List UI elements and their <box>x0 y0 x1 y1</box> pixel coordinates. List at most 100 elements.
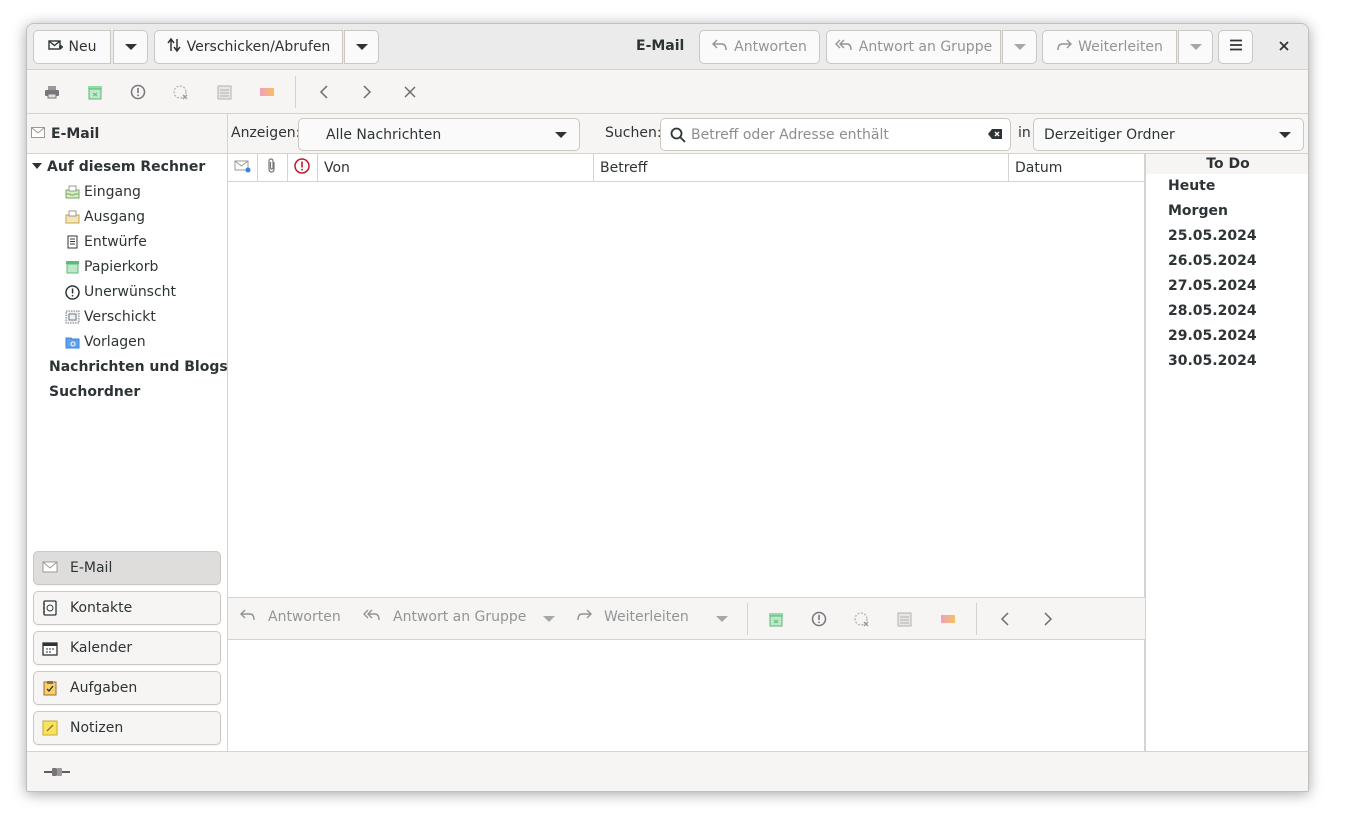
new-button-label: Neu <box>68 39 97 55</box>
main-menu-button[interactable] <box>1218 30 1253 64</box>
folder-drafts[interactable]: Entwürfe <box>65 229 147 254</box>
chevron-down-icon <box>1189 44 1202 50</box>
tasks-icon <box>42 680 58 696</box>
stop-icon[interactable] <box>400 82 420 102</box>
folder-templates[interactable]: Vorlagen <box>65 329 146 354</box>
header-bar: Neu Verschicken/Abrufen E-Mail Antworten… <box>27 24 1308 70</box>
column-subject[interactable]: Betreff <box>594 154 1009 182</box>
todo-day-item[interactable]: 29.05.2024 <box>1168 328 1257 344</box>
preview-reply-all-button[interactable]: Antwort an Gruppe <box>363 609 526 625</box>
clear-search-icon[interactable] <box>987 128 1003 144</box>
folder-pane-title: E-Mail <box>51 125 100 142</box>
not-junk-icon[interactable] <box>852 609 872 629</box>
search-input[interactable] <box>691 126 971 143</box>
folder-outbox[interactable]: Ausgang <box>65 204 145 229</box>
not-junk-icon[interactable] <box>171 82 191 102</box>
folder-trash[interactable]: Papierkorb <box>65 254 158 279</box>
chevron-down-icon <box>124 44 137 50</box>
column-flag[interactable] <box>288 154 318 182</box>
todo-day-item[interactable]: 28.05.2024 <box>1168 303 1257 319</box>
reply-all-dropdown-button[interactable] <box>1002 30 1037 64</box>
evolution-window: Neu Verschicken/Abrufen E-Mail Antworten… <box>26 23 1309 792</box>
message-list[interactable]: Von Betreff Datum <box>228 154 1145 597</box>
folder-junk[interactable]: Unerwünscht <box>65 279 176 304</box>
switcher-mail-button[interactable]: E-Mail <box>33 551 221 585</box>
switcher-contacts-button[interactable]: Kontakte <box>33 591 221 625</box>
sent-icon <box>65 310 80 324</box>
folder-inbox[interactable]: Eingang <box>65 179 141 204</box>
preview-reply-all-dropdown[interactable] <box>543 616 555 622</box>
trash-icon[interactable] <box>85 82 105 102</box>
switcher-memos-button[interactable]: Notizen <box>33 711 221 745</box>
chevron-left-icon[interactable] <box>995 609 1015 629</box>
forward-label: Weiterleiten <box>1078 39 1163 55</box>
online-status-icon[interactable] <box>43 765 71 783</box>
trash-icon <box>65 260 80 274</box>
message-preview[interactable] <box>228 640 1145 751</box>
chevron-left-icon[interactable] <box>314 82 334 102</box>
scope-label: in <box>1018 125 1031 141</box>
outbox-icon <box>65 210 80 224</box>
folder-icon <box>65 335 80 349</box>
mail-icon <box>42 560 58 576</box>
column-attachment[interactable] <box>258 154 288 182</box>
column-date[interactable]: Datum <box>1009 154 1145 182</box>
todo-day-item[interactable]: 27.05.2024 <box>1168 278 1257 294</box>
column-from[interactable]: Von <box>318 154 594 182</box>
todo-pane: To Do Heute Morgen 25.05.2024 26.05.2024… <box>1145 154 1308 751</box>
chevron-down-icon <box>543 616 555 622</box>
folder-pane-header: E-Mail <box>27 114 227 154</box>
todo-day-item[interactable]: 30.05.2024 <box>1168 353 1257 369</box>
junk-icon[interactable] <box>809 609 829 629</box>
chevron-down-icon <box>355 44 368 50</box>
chevron-down-icon <box>716 616 728 622</box>
archive-icon[interactable] <box>214 82 234 102</box>
chevron-down-icon <box>1013 44 1026 50</box>
trash-icon[interactable] <box>766 609 786 629</box>
main-toolbar <box>27 70 1308 114</box>
search-field[interactable] <box>660 118 1011 151</box>
contacts-icon <box>42 600 58 616</box>
todo-day-item[interactable]: Morgen <box>1168 203 1228 219</box>
reply-all-button[interactable]: Antwort an Gruppe <box>826 30 1001 64</box>
reply-button[interactable]: Antworten <box>699 30 820 64</box>
filter-bar: Anzeigen: Alle Nachrichten Suchen: in De… <box>228 114 1308 154</box>
attachment-icon <box>266 158 278 178</box>
todo-day-item[interactable]: 25.05.2024 <box>1168 228 1257 244</box>
send-receive-dropdown-button[interactable] <box>344 30 379 64</box>
account-search-folders[interactable]: Suchordner <box>49 379 140 404</box>
preview-forward-button[interactable]: Weiterleiten <box>576 609 689 625</box>
message-list-header: Von Betreff Datum <box>228 154 1144 182</box>
chevron-down-icon <box>555 132 567 138</box>
archive-icon[interactable] <box>894 609 914 629</box>
forward-icon <box>1056 39 1073 55</box>
todo-day-item[interactable]: 26.05.2024 <box>1168 253 1257 269</box>
preview-forward-dropdown[interactable] <box>716 616 728 622</box>
new-button[interactable]: Neu <box>33 30 111 64</box>
account-news-and-blogs[interactable]: Nachrichten und Blogs <box>49 354 228 379</box>
chevron-right-icon[interactable] <box>1038 609 1058 629</box>
reply-icon <box>712 39 728 55</box>
show-filter-dropdown[interactable]: Alle Nachrichten <box>298 118 580 151</box>
junk-icon[interactable] <box>128 82 148 102</box>
forward-dropdown-button[interactable] <box>1178 30 1213 64</box>
reply-all-icon <box>834 39 853 55</box>
new-dropdown-button[interactable] <box>113 30 148 64</box>
account-on-this-computer[interactable]: Auf diesem Rechner <box>31 154 205 179</box>
show-label: Anzeigen: <box>231 125 301 141</box>
label-icon[interactable] <box>938 609 958 629</box>
printer-icon[interactable] <box>42 82 62 102</box>
chevron-right-icon[interactable] <box>357 82 377 102</box>
label-icon[interactable] <box>257 82 277 102</box>
send-receive-button[interactable]: Verschicken/Abrufen <box>154 30 343 64</box>
switcher-tasks-button[interactable]: Aufgaben <box>33 671 221 705</box>
preview-reply-button[interactable]: Antworten <box>240 609 341 625</box>
search-scope-dropdown[interactable]: Derzeitiger Ordner <box>1033 118 1304 151</box>
close-window-button[interactable] <box>1266 30 1302 64</box>
column-status[interactable] <box>228 154 258 182</box>
todo-day-item[interactable]: Heute <box>1168 178 1215 194</box>
forward-button[interactable]: Weiterleiten <box>1042 30 1177 64</box>
search-icon <box>670 127 686 147</box>
switcher-calendar-button[interactable]: Kalender <box>33 631 221 665</box>
folder-sent[interactable]: Verschickt <box>65 304 156 329</box>
